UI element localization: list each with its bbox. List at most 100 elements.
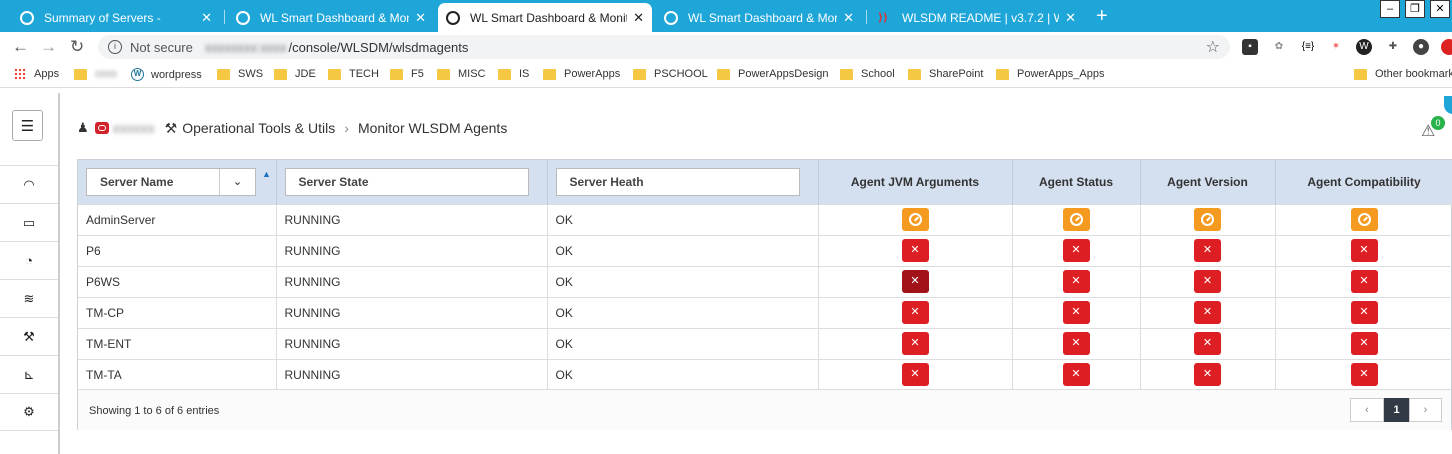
tab-wlsdm-readme[interactable]: ⟩⟩ WLSDM README | v3.7.2 | WL Sr ✕ [870, 3, 1084, 32]
close-icon[interactable]: ✕ [633, 10, 644, 26]
column-header-agent-version[interactable]: Agent Version [1140, 160, 1276, 204]
sidebar-item-dashboard[interactable]: ◠ [0, 165, 58, 203]
column-header-agent-jvm-arguments[interactable]: Agent JVM Arguments [818, 160, 1013, 204]
bookmark-pschool[interactable]: PSCHOOL [633, 68, 708, 80]
server-name-filter-select[interactable]: Server Name ⌄ [86, 167, 256, 196]
bookmark-label: PowerAppsDesign [738, 68, 829, 80]
url-bar[interactable]: i Not secure xxxxxxxx:xxxx /console/WLSD… [98, 35, 1230, 59]
sidebar-item-reports[interactable]: ◔ [0, 241, 58, 279]
bookmark-jde[interactable]: JDE [274, 68, 316, 80]
back-arrow-icon[interactable]: ← [12, 37, 29, 57]
bookmark-tech[interactable]: TECH [328, 68, 379, 80]
filter-label: Server Name [100, 174, 174, 189]
bookmark-wordpress[interactable]: W wordpress [131, 68, 202, 81]
folder-icon [74, 68, 87, 80]
not-applicable-status-button[interactable] [1350, 208, 1378, 231]
sort-ascending-icon[interactable]: ▲ [262, 169, 271, 179]
close-icon[interactable]: ✕ [843, 10, 854, 26]
bookmark-school[interactable]: School [840, 68, 895, 80]
bookmark-misc[interactable]: MISC [437, 68, 486, 80]
bookmark-powerapps-apps[interactable]: PowerApps_Apps [996, 68, 1104, 80]
failed-status-button[interactable]: ✕ [1062, 270, 1090, 293]
failed-status-button[interactable]: ✕ [901, 363, 929, 387]
failed-status-button[interactable]: ✕ [1194, 270, 1221, 293]
bookmark-powerapps[interactable]: PowerApps [543, 68, 620, 80]
tab-wl-dashboard-1[interactable]: WL Smart Dashboard & Monitor ✕ [228, 3, 434, 32]
sidebar-item-hierarchy[interactable]: ⊾ [0, 355, 58, 393]
puzzle-icon[interactable]: ✚ [1385, 39, 1401, 55]
close-icon[interactable]: ✕ [201, 10, 212, 26]
failed-status-button[interactable]: ✕ [1350, 332, 1378, 355]
failed-status-button[interactable]: ✕ [1350, 239, 1378, 262]
maximize-window-button[interactable]: ❐ [1405, 0, 1425, 18]
bookmark-is[interactable]: IS [498, 68, 529, 80]
extension-icon[interactable]: ✿ [1271, 39, 1287, 55]
bookmark-star-icon[interactable]: ☆ [1206, 37, 1220, 57]
failed-status-button[interactable]: ✕ [901, 332, 929, 355]
menu-toggle-button[interactable]: ☰ [12, 110, 43, 141]
failed-status-button-hovered[interactable]: ✕ [901, 270, 929, 293]
agent-jvm-arguments-cell: ✕ [818, 297, 1013, 328]
failed-status-button[interactable]: ✕ [1194, 301, 1221, 324]
bookmark-sharepoint[interactable]: SharePoint [908, 68, 983, 80]
not-applicable-status-button[interactable] [1194, 208, 1221, 231]
sidebar-item-tools[interactable]: ⚒ [0, 317, 58, 355]
sidebar-item-monitor[interactable]: ▭ [0, 203, 58, 241]
not-applicable-status-button[interactable] [901, 208, 929, 231]
extension-icon[interactable]: ✶ [1328, 39, 1344, 55]
new-tab-button[interactable]: + [1096, 4, 1108, 28]
bookmark-f5[interactable]: F5 [390, 68, 424, 80]
bookmark-apps[interactable]: Apps [14, 68, 59, 80]
tab-wl-dashboard-3[interactable]: WL Smart Dashboard & Monitor ✕ [656, 3, 862, 32]
gear-icon: ⚙ [23, 404, 35, 419]
failed-status-button[interactable]: ✕ [1194, 332, 1221, 355]
profile-avatar[interactable]: ● [1413, 39, 1429, 55]
failed-status-button[interactable]: ✕ [1062, 239, 1090, 262]
bookmark-redacted[interactable]: xxxx [74, 68, 117, 80]
bookmark-sws[interactable]: SWS [217, 68, 263, 80]
sidebar-item-database[interactable]: ≋ [0, 279, 58, 317]
bookmark-powerappsdesign[interactable]: PowerAppsDesign [717, 68, 829, 80]
failed-status-button[interactable]: ✕ [1062, 363, 1090, 387]
table-row: TM-CP RUNNING OK ✕ ✕ ✕ ✕ [78, 297, 1452, 328]
ban-icon [1201, 213, 1214, 226]
failed-status-button[interactable]: ✕ [901, 239, 929, 262]
prev-page-button[interactable]: ‹ [1350, 398, 1384, 422]
failed-status-button[interactable]: ✕ [1062, 301, 1090, 324]
next-page-button[interactable]: › [1409, 398, 1442, 422]
agent-compatibility-cell: ✕ [1275, 266, 1452, 297]
failed-status-button[interactable]: ✕ [1194, 363, 1221, 387]
failed-status-button[interactable]: ✕ [1350, 270, 1378, 293]
folder-icon [543, 68, 556, 80]
failed-status-button[interactable]: ✕ [1350, 363, 1378, 387]
failed-status-button[interactable]: ✕ [1350, 301, 1378, 324]
close-icon[interactable]: ✕ [1065, 10, 1076, 26]
failed-status-button[interactable]: ✕ [1062, 332, 1090, 355]
not-applicable-status-button[interactable] [1062, 208, 1090, 231]
domain-name-redacted: xxxxxx [112, 120, 155, 136]
sidebar-item-settings[interactable]: ⚙ [0, 393, 58, 431]
info-icon[interactable]: i [108, 40, 122, 54]
tab-wl-dashboard-active[interactable]: WL Smart Dashboard & Monitor ✕ [438, 3, 652, 32]
close-icon[interactable]: ✕ [415, 10, 426, 26]
extension-icon[interactable]: {≡} [1300, 39, 1316, 55]
page-1-button[interactable]: 1 [1384, 398, 1409, 422]
close-window-button[interactable]: ✕ [1430, 0, 1450, 18]
reload-icon[interactable]: ↻ [70, 37, 84, 57]
column-header-agent-compatibility[interactable]: Agent Compatibility [1275, 160, 1452, 204]
column-header-agent-status[interactable]: Agent Status [1012, 160, 1141, 204]
tab-summary-of-servers[interactable]: Summary of Servers - ✕ [12, 3, 220, 32]
breadcrumb-section[interactable]: Operational Tools & Utils [182, 120, 335, 136]
side-panel-handle[interactable] [1444, 96, 1452, 114]
failed-status-button[interactable]: ✕ [901, 301, 929, 324]
extension-icon[interactable]: W [1356, 39, 1372, 55]
server-name-cell: TM-TA [78, 359, 277, 390]
extension-icon[interactable]: ▪ [1242, 39, 1258, 55]
server-state-filter-input[interactable]: Server State [284, 167, 529, 196]
forward-arrow-icon[interactable]: → [40, 37, 57, 57]
extension-icon[interactable] [1441, 39, 1452, 55]
minimize-window-button[interactable]: – [1380, 0, 1400, 18]
bookmark-other[interactable]: Other bookmarks [1354, 68, 1452, 80]
failed-status-button[interactable]: ✕ [1194, 239, 1221, 262]
server-health-filter-input[interactable]: Server Heath [555, 167, 800, 196]
